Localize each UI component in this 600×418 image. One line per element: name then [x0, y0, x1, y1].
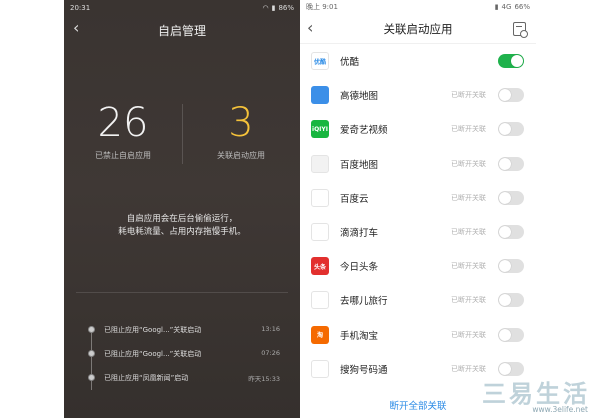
- link-toggle[interactable]: [498, 156, 524, 171]
- back-arrow-icon[interactable]: ‹: [307, 20, 313, 36]
- link-status: 已断开关联: [451, 193, 486, 202]
- link-toggle[interactable]: [498, 190, 524, 205]
- site-watermark: 三易生活 www.3elife.net: [446, 374, 596, 414]
- iqiyi-icon: iQIYI: [311, 120, 329, 139]
- header: ‹ 关联启动应用: [300, 14, 536, 44]
- timeline-dot-icon: [88, 326, 95, 333]
- signal-icon: ▮: [271, 4, 276, 12]
- status-time: 20:31: [70, 4, 91, 12]
- back-arrow-icon[interactable]: ‹: [73, 20, 79, 36]
- log-text: 已阻止应用“Googl...”关联启动: [104, 326, 202, 334]
- link-status: 已断开关联: [451, 91, 486, 100]
- taobao-icon: 淘: [311, 325, 329, 344]
- stats-panel: 26 已禁止自启应用 3 关联启动应用: [64, 100, 300, 170]
- sogou-icon: [311, 359, 329, 378]
- link-toggle[interactable]: [498, 293, 524, 308]
- log-text: 已阻止应用“凤凰新闻”启动: [104, 374, 189, 382]
- description: 自启应用会在后台偷偷运行， 耗电耗流量、占用内存拖慢手机。: [64, 213, 300, 239]
- linked-apps-label: 关联启动应用: [217, 151, 265, 160]
- link-toggle[interactable]: [498, 259, 524, 274]
- auto-start-management-screen: 20:31 ◠ ▮ 86% ‹ 自启管理 26 已禁止自启应用 3 关联启动应用…: [64, 0, 300, 418]
- app-row: 高德地图 已断开关联: [300, 78, 536, 112]
- status-bar: 晚上 9:01 ▮ 4G 66%: [300, 0, 536, 14]
- link-status: 已断开关联: [451, 262, 486, 271]
- app-name: 滴滴打车: [340, 228, 379, 240]
- link-status: 已断开关联: [451, 330, 486, 339]
- app-name: 搜狗号码通: [340, 364, 388, 376]
- watermark-url: www.3elife.net: [532, 405, 588, 414]
- app-name: 去哪儿旅行: [340, 296, 388, 308]
- app-name: 今日头条: [340, 262, 379, 274]
- link-status: 已断开关联: [451, 159, 486, 168]
- link-toggle[interactable]: [498, 88, 524, 103]
- baidu-map-icon: [311, 154, 329, 173]
- amap-icon: [311, 86, 329, 105]
- log-item: 已阻止应用“Googl...”关联启动 13:16: [64, 320, 300, 344]
- app-row: 百度云 已断开关联: [300, 181, 536, 215]
- link-toggle[interactable]: [498, 327, 524, 342]
- link-status: 已断开关联: [451, 296, 486, 305]
- app-row: 淘手机淘宝 已断开关联: [300, 318, 536, 352]
- log-time: 07:26: [261, 349, 280, 357]
- manage-settings-icon[interactable]: [513, 22, 528, 38]
- timeline-dot-icon: [88, 350, 95, 357]
- app-name: 百度云: [340, 193, 369, 205]
- network-type: 4G: [501, 3, 512, 11]
- app-name: 高德地图: [340, 91, 379, 103]
- log-text: 已阻止应用“Googl...”关联启动: [104, 350, 202, 358]
- screenshot-canvas: 20:31 ◠ ▮ 86% ‹ 自启管理 26 已禁止自启应用 3 关联启动应用…: [0, 0, 600, 418]
- app-name: 优酷: [340, 57, 360, 69]
- header: ‹ 自启管理: [64, 16, 300, 44]
- link-toggle[interactable]: [498, 54, 524, 69]
- blocked-apps-stat[interactable]: 26 已禁止自启应用: [64, 100, 182, 161]
- log-item: 已阻止应用“Googl...”关联启动 07:26: [64, 344, 300, 368]
- app-row: iQIYI 爱奇艺视频 已断开关联: [300, 112, 536, 146]
- wifi-icon: ◠: [262, 4, 269, 12]
- app-row: 去哪儿旅行 已断开关联: [300, 283, 536, 317]
- signal-icon: ▮: [494, 3, 499, 11]
- linked-apps-stat[interactable]: 3 关联启动应用: [182, 100, 300, 161]
- link-status: 已断开关联: [451, 125, 486, 134]
- status-time: 晚上 9:01: [306, 3, 338, 11]
- link-toggle[interactable]: [498, 225, 524, 240]
- app-row: 头条 今日头条 已断开关联: [300, 249, 536, 283]
- battery-level: 66%: [514, 3, 530, 11]
- qunar-icon: [311, 291, 329, 310]
- app-list: 优酷 优酷 高德地图 已断开关联 iQIYI 爱奇艺视频 已断开关联 百度地图 已断开关联 百度云…: [300, 44, 536, 386]
- linked-startup-apps-screen: 晚上 9:01 ▮ 4G 66% ‹ 关联启动应用 优酷 优酷 高德地图 已断开关联 i…: [300, 0, 536, 418]
- battery-level: 86%: [278, 4, 294, 12]
- log-time: 昨天15:33: [248, 375, 280, 383]
- page-title: 关联启动应用: [383, 21, 453, 36]
- baidu-cloud-icon: [311, 188, 329, 207]
- link-status: 已断开关联: [451, 228, 486, 237]
- watermark-logo: 三易生活: [482, 380, 590, 408]
- link-toggle[interactable]: [498, 122, 524, 137]
- log-item: 已阻止应用“凤凰新闻”启动 昨天15:33: [64, 368, 300, 392]
- app-row: 优酷 优酷: [300, 44, 536, 78]
- link-status: 已断开关联: [451, 364, 486, 373]
- divider: [76, 292, 288, 293]
- app-name: 百度地图: [340, 159, 379, 171]
- didi-icon: [311, 223, 329, 242]
- block-log: 已阻止应用“Googl...”关联启动 13:16 已阻止应用“Googl...…: [64, 320, 300, 392]
- toutiao-icon: 头条: [311, 257, 329, 276]
- timeline-dot-icon: [88, 374, 95, 381]
- description-line: 耗电耗流量、占用内存拖慢手机。: [118, 227, 246, 237]
- app-name: 爱奇艺视频: [340, 125, 388, 137]
- youku-icon: 优酷: [311, 52, 329, 71]
- app-name: 手机淘宝: [340, 330, 379, 342]
- description-line: 自启应用会在后台偷偷运行，: [126, 214, 238, 224]
- app-row: 滴滴打车 已断开关联: [300, 215, 536, 249]
- blocked-apps-label: 已禁止自启应用: [95, 151, 151, 160]
- status-bar: 20:31 ◠ ▮ 86%: [64, 0, 300, 16]
- app-row: 百度地图 已断开关联: [300, 147, 536, 181]
- linked-apps-count: 3: [228, 100, 254, 146]
- log-time: 13:16: [261, 325, 280, 333]
- page-title: 自启管理: [157, 23, 206, 38]
- blocked-apps-count: 26: [97, 100, 149, 146]
